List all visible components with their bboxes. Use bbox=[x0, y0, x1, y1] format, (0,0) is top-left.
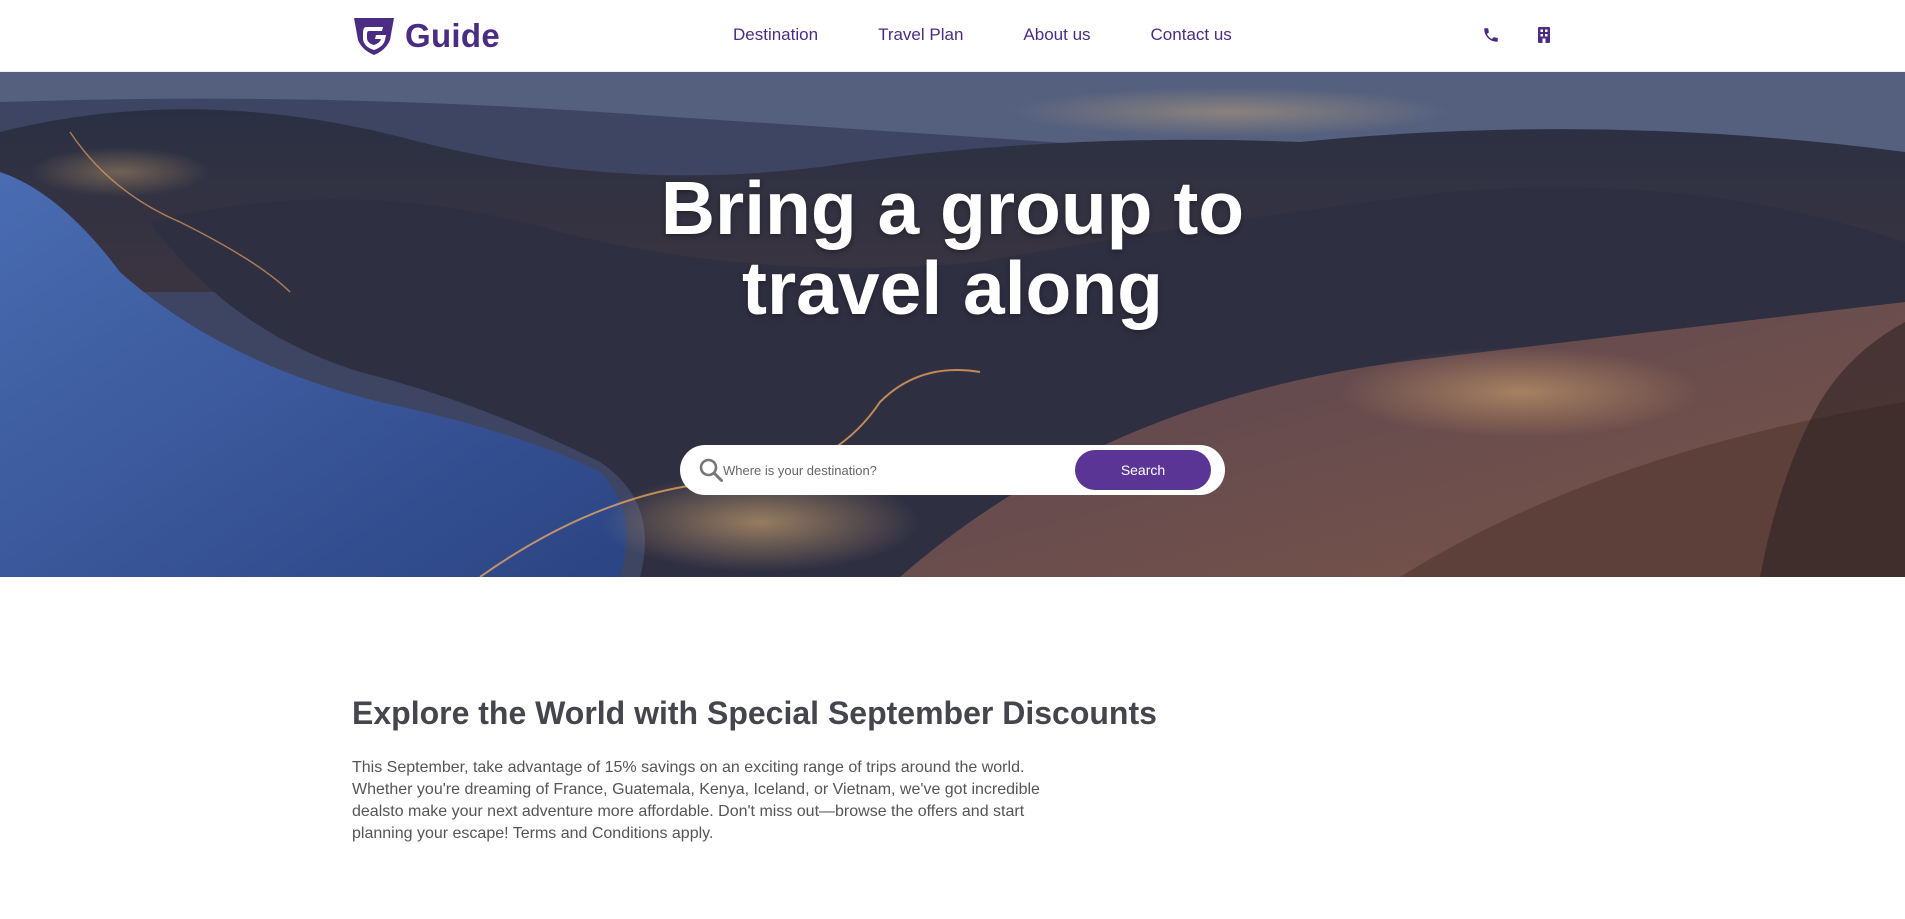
nav-item-about-us[interactable]: About us bbox=[1023, 25, 1090, 45]
nav-item-destination[interactable]: Destination bbox=[733, 25, 818, 45]
brand-name: Guide bbox=[405, 17, 501, 54]
promo-title: Explore the World with Special September… bbox=[352, 695, 1157, 731]
hero-banner: Bring a group to travel along Search bbox=[0, 72, 1905, 577]
brand-logo[interactable]: Guide bbox=[352, 16, 500, 56]
hero-title-line-1: Bring a group to bbox=[660, 166, 1245, 250]
site-header: Guide Destination Travel Plan About us C… bbox=[0, 0, 1905, 72]
phone-icon[interactable] bbox=[1480, 24, 1502, 46]
destination-search-bar: Search bbox=[680, 445, 1225, 495]
nav-item-travel-plan[interactable]: Travel Plan bbox=[878, 25, 963, 45]
search-icon bbox=[699, 458, 723, 482]
nav-item-contact-us[interactable]: Contact us bbox=[1151, 25, 1232, 45]
hero-title: Bring a group to travel along bbox=[0, 168, 1905, 328]
destination-search-input[interactable] bbox=[723, 455, 1063, 485]
main-nav: Destination Travel Plan About us Contact… bbox=[733, 25, 1232, 45]
building-icon[interactable] bbox=[1533, 24, 1555, 46]
hero-title-line-2: travel along bbox=[742, 246, 1163, 330]
promo-body: This September, take advantage of 15% sa… bbox=[352, 759, 1040, 842]
search-button[interactable]: Search bbox=[1075, 450, 1211, 490]
shield-g-logo-icon bbox=[354, 18, 394, 55]
header-actions bbox=[1480, 24, 1555, 46]
